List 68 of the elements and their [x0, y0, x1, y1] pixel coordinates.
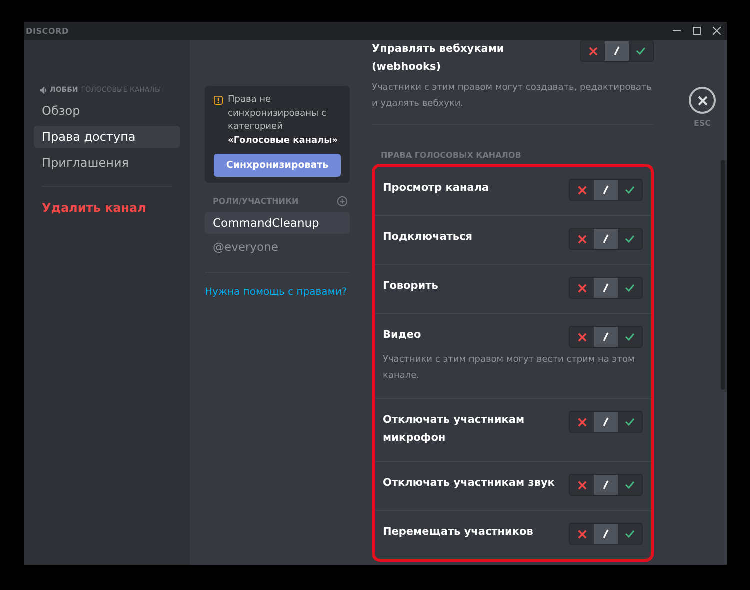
- esc-label: ESC: [694, 119, 712, 128]
- neutral-icon: [602, 417, 610, 427]
- deny-button[interactable]: [570, 475, 594, 495]
- neutral-button[interactable]: [594, 327, 618, 347]
- close-icon[interactable]: [713, 27, 721, 35]
- deny-button[interactable]: [570, 327, 594, 347]
- speaker-icon: [40, 86, 47, 94]
- neutral-icon: [602, 234, 610, 244]
- deny-button[interactable]: [570, 524, 594, 544]
- deny-button[interactable]: [570, 412, 594, 432]
- permission-description: Участники с этим правом могут создавать, редактировать и удалять вебхуки.: [372, 82, 654, 111]
- deny-button[interactable]: [570, 278, 594, 298]
- maximize-icon[interactable]: [693, 27, 701, 35]
- permission-description: Участники с этим правом могут вести стрим на этом канале.: [383, 354, 636, 383]
- allow-button[interactable]: [618, 475, 642, 495]
- neutral-button[interactable]: [605, 41, 629, 61]
- neutral-icon: [602, 529, 610, 539]
- warning-icon: [214, 96, 223, 105]
- allow-button[interactable]: [618, 180, 642, 200]
- allow-icon: [625, 284, 635, 292]
- app-logo: DISCORD: [26, 26, 69, 36]
- permission-title: Отключать участникам микрофон: [383, 413, 526, 446]
- permission-title: Управлять вебхуками (webhooks): [372, 42, 506, 75]
- sync-notice-text: Права не синхронизированы с категорией «Голосовые каналы»: [228, 94, 340, 148]
- neutral-icon: [613, 46, 621, 56]
- permission-title: Отключать участникам звук: [383, 476, 556, 491]
- allow-icon: [636, 47, 646, 55]
- allow-icon: [625, 481, 635, 489]
- neutral-button[interactable]: [594, 229, 618, 249]
- role-item[interactable]: CommandCleanup: [205, 212, 350, 234]
- role-item[interactable]: @everyone: [205, 236, 350, 258]
- allow-icon: [625, 333, 635, 341]
- allow-button[interactable]: [629, 41, 653, 61]
- permission-title: Перемещать участников: [383, 525, 534, 540]
- section-heading: ПРАВА ГОЛОСОВЫХ КАНАЛОВ: [381, 151, 522, 160]
- neutral-button[interactable]: [594, 278, 618, 298]
- allow-button[interactable]: [618, 327, 642, 347]
- sidebar-item[interactable]: Приглашения: [34, 152, 180, 174]
- permission-title: Подключаться: [383, 230, 474, 245]
- sidebar-item[interactable]: Права доступа: [34, 126, 180, 148]
- neutral-button[interactable]: [594, 475, 618, 495]
- permission-title: Видео: [383, 328, 422, 343]
- allow-icon: [625, 418, 635, 426]
- sidebar-item[interactable]: Обзор: [34, 100, 180, 122]
- allow-icon: [625, 235, 635, 243]
- allow-icon: [625, 186, 635, 194]
- neutral-icon: [602, 185, 610, 195]
- help-link[interactable]: Нужна помощь с правами?: [205, 287, 350, 298]
- roles-heading: РОЛИ/УЧАСТНИКИ: [213, 197, 299, 206]
- allow-button[interactable]: [618, 229, 642, 249]
- close-button[interactable]: [689, 87, 716, 114]
- deny-button[interactable]: [570, 229, 594, 249]
- neutral-icon: [602, 283, 610, 293]
- neutral-button[interactable]: [594, 180, 618, 200]
- neutral-button[interactable]: [594, 524, 618, 544]
- deny-button[interactable]: [581, 41, 605, 61]
- add-icon[interactable]: [337, 196, 348, 207]
- neutral-icon: [602, 332, 610, 342]
- allow-button[interactable]: [618, 412, 642, 432]
- allow-icon: [625, 530, 635, 538]
- allow-button[interactable]: [618, 278, 642, 298]
- deny-button[interactable]: [570, 180, 594, 200]
- neutral-icon: [602, 480, 610, 490]
- allow-button[interactable]: [618, 524, 642, 544]
- permission-title: Просмотр канала: [383, 181, 490, 196]
- neutral-button[interactable]: [594, 412, 618, 432]
- permission-title: Говорить: [383, 279, 440, 294]
- delete-channel-item[interactable]: Удалить канал: [34, 197, 180, 219]
